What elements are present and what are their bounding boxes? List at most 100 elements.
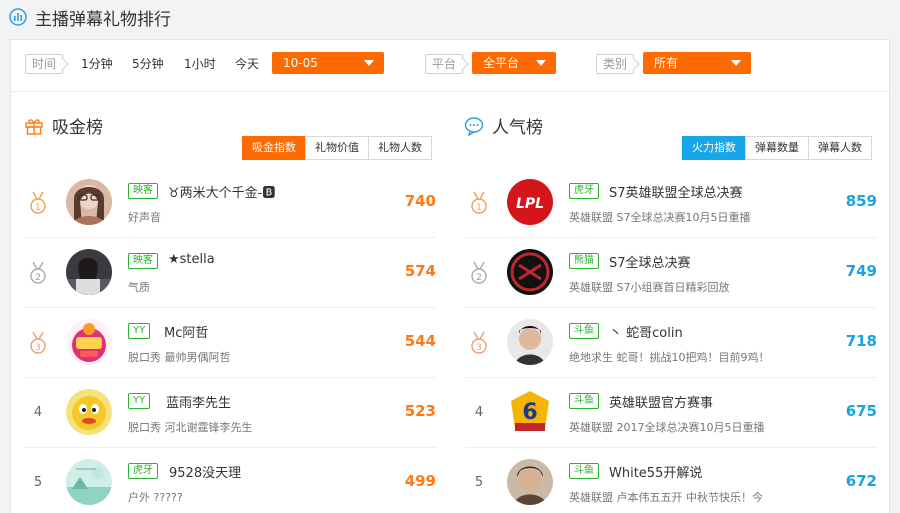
list-item[interactable]: 4 6 斗鱼 英雄联盟官方赛事 英雄联盟 2017全球总决赛10月5日重播 67…: [465, 378, 877, 448]
platform-badge: YY: [128, 323, 151, 339]
category-select[interactable]: 所有: [643, 52, 751, 74]
svg-text:LPL: LPL: [516, 196, 544, 212]
rank-number: 5: [474, 475, 484, 490]
score-value: 544: [404, 332, 436, 350]
streamer-name[interactable]: Mc阿哲: [164, 322, 208, 341]
avatar: [66, 319, 112, 365]
rank-medal-icon: 1: [24, 191, 52, 215]
list-item[interactable]: 3 YY Mc阿哲 脱口秀 最帅男偶阿哲 544: [24, 308, 436, 378]
stream-title[interactable]: 丶 蛇哥colin: [609, 322, 683, 341]
platform-badge: 斗鱼: [569, 463, 599, 479]
platform-badge: 斗鱼: [569, 323, 599, 339]
popularity-ranking-list: 1 LPL 虎牙 S7英雄联盟全球总决赛 英雄联盟 S7全球总决赛10月5日重播…: [465, 168, 877, 513]
time-option-today[interactable]: 今天: [235, 54, 259, 74]
avatar: [507, 459, 553, 505]
chart-logo-icon: [9, 8, 27, 26]
gift-icon: [25, 118, 43, 135]
gift-ranking-list: 1 映客 ♉两米大个千金-🅱 好声音 740 2 映客 ★stella 气质 5…: [24, 168, 436, 513]
svg-text:3: 3: [35, 343, 41, 353]
platform-badge: 虎牙: [569, 183, 599, 199]
platform-select[interactable]: 全平台: [472, 52, 556, 74]
streamer-name[interactable]: ♉两米大个千金-🅱: [168, 182, 275, 201]
svg-text:3: 3: [476, 343, 482, 353]
platform-badge: YY: [128, 393, 151, 409]
list-item[interactable]: 5 斗鱼 White55开解说 英雄联盟 卢本伟五五开 中秋节快乐！今 672: [465, 448, 877, 513]
score-value: 749: [845, 262, 877, 280]
gift-ranking-title: 吸金榜: [52, 118, 103, 138]
chevron-down-icon: [536, 60, 546, 66]
chevron-down-icon: [364, 60, 374, 66]
platform-filter-label: 平台: [425, 54, 464, 74]
gift-ranking-panel: 吸金榜 吸金指数 礼物价值 礼物人数 1 映客 ♉两米大个千金-🅱 好声音 74…: [11, 93, 451, 513]
gift-ranking-tabs: 吸金指数 礼物价值 礼物人数: [242, 136, 432, 160]
platform-badge: 虎牙: [128, 463, 158, 479]
stream-title[interactable]: 英雄联盟官方赛事: [609, 392, 713, 411]
page-header: 主播弹幕礼物排行: [0, 0, 900, 34]
streamer-name[interactable]: 蓝雨李先生: [166, 392, 231, 411]
rank-medal-icon: 2: [465, 261, 493, 285]
stream-category: 绝地求生 蛇哥！挑战10把鸡！目前9鸡！: [569, 351, 770, 364]
stream-title[interactable]: S7英雄联盟全球总决赛: [609, 182, 743, 201]
streamer-name[interactable]: 9528没天理: [169, 462, 241, 481]
ranking-card: 时间 1分钟 5分钟 1小时 今天 10-05 平台 全平台 类别 所有 吸金榜…: [10, 39, 890, 513]
page-title: 主播弹幕礼物排行: [35, 9, 171, 30]
list-item[interactable]: 3 斗鱼 丶 蛇哥colin 绝地求生 蛇哥！挑战10把鸡！目前9鸡！ 718: [465, 308, 877, 378]
popularity-ranking-header: 人气榜: [464, 113, 543, 138]
avatar: [66, 389, 112, 435]
avatar: 6: [507, 389, 553, 435]
streamer-category: 脱口秀 最帅男偶阿哲: [128, 351, 231, 364]
tab-fire-index[interactable]: 火力指数: [682, 136, 746, 160]
tab-danmaku-people[interactable]: 弹幕人数: [808, 136, 872, 160]
list-item[interactable]: 5 虎牙 9528没天理 户外 ????? 499: [24, 448, 436, 513]
list-item[interactable]: 4 YY 蓝雨李先生 脱口秀 河北谢霆锋李先生 523: [24, 378, 436, 448]
score-value: 499: [404, 472, 436, 490]
score-value: 675: [845, 402, 877, 420]
platform-badge: 斗鱼: [569, 393, 599, 409]
popularity-ranking-title: 人气榜: [492, 118, 543, 138]
date-select[interactable]: 10-05: [272, 52, 384, 74]
svg-text:2: 2: [35, 273, 41, 283]
streamer-name[interactable]: ★stella: [168, 252, 215, 267]
time-filter-label: 时间: [25, 54, 64, 74]
platform-badge: 映客: [128, 253, 158, 269]
score-value: 740: [404, 192, 436, 210]
stream-category: 英雄联盟 2017全球总决赛10月5日重播: [569, 421, 765, 434]
avatar: [66, 249, 112, 295]
rank-medal-icon: 3: [465, 331, 493, 355]
score-value: 574: [404, 262, 436, 280]
list-item[interactable]: 1 映客 ♉两米大个千金-🅱 好声音 740: [24, 168, 436, 238]
svg-text:1: 1: [35, 203, 41, 213]
filter-bar: 时间 1分钟 5分钟 1小时 今天 10-05 平台 全平台 类别 所有: [11, 40, 889, 92]
score-value: 718: [845, 332, 877, 350]
stream-category: 英雄联盟 S7小组赛首日精彩回放: [569, 281, 730, 294]
list-item[interactable]: 1 LPL 虎牙 S7英雄联盟全球总决赛 英雄联盟 S7全球总决赛10月5日重播…: [465, 168, 877, 238]
tab-gift-index[interactable]: 吸金指数: [242, 136, 306, 160]
time-option-1min[interactable]: 1分钟: [81, 54, 113, 74]
popularity-ranking-tabs: 火力指数 弹幕数量 弹幕人数: [682, 136, 872, 160]
svg-text:1: 1: [476, 203, 482, 213]
time-option-5min[interactable]: 5分钟: [132, 54, 164, 74]
avatar: [507, 249, 553, 295]
list-item[interactable]: 2 熊猫 S7全球总决赛 英雄联盟 S7小组赛首日精彩回放 749: [465, 238, 877, 308]
gift-ranking-header: 吸金榜: [24, 113, 103, 138]
category-filter-label: 类别: [596, 54, 635, 74]
tab-gift-people[interactable]: 礼物人数: [368, 136, 432, 160]
platform-select-value: 全平台: [483, 56, 520, 70]
stream-title[interactable]: White55开解说: [609, 462, 702, 481]
svg-text:6: 6: [522, 400, 537, 425]
stream-title[interactable]: S7全球总决赛: [609, 252, 691, 271]
time-option-1hour[interactable]: 1小时: [184, 54, 216, 74]
chat-bubble-icon: [464, 116, 484, 136]
score-value: 672: [845, 472, 877, 490]
score-value: 859: [845, 192, 877, 210]
streamer-category: 脱口秀 河北谢霆锋李先生: [128, 421, 253, 434]
date-select-value: 10-05: [283, 56, 318, 70]
rank-medal-icon: 2: [24, 261, 52, 285]
stream-category: 英雄联盟 卢本伟五五开 中秋节快乐！今: [569, 491, 763, 504]
category-select-value: 所有: [654, 56, 679, 70]
platform-badge: 映客: [128, 183, 158, 199]
tab-danmaku-count[interactable]: 弹幕数量: [745, 136, 809, 160]
tab-gift-value[interactable]: 礼物价值: [305, 136, 369, 160]
list-item[interactable]: 2 映客 ★stella 气质 574: [24, 238, 436, 308]
avatar: [66, 459, 112, 505]
